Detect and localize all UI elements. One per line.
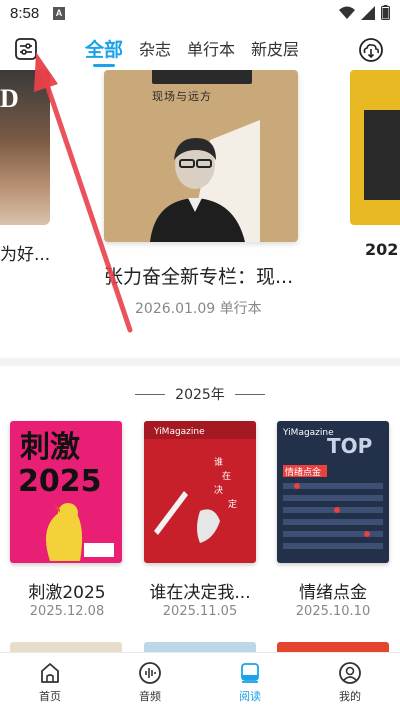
- nav-home-label: 首页: [39, 690, 61, 703]
- status-time: 8:58: [10, 5, 40, 22]
- nav-profile[interactable]: 我的: [300, 653, 400, 710]
- battery-icon: [381, 5, 390, 20]
- year-label: 2025年: [175, 387, 225, 403]
- wifi-icon: [339, 6, 355, 19]
- year-header: 2025年: [0, 384, 400, 404]
- svg-text:TOP: TOP: [327, 434, 372, 458]
- featured-carousel[interactable]: D 为好... 现场与远方 张力奋全新专栏：现... 2026.01.09 单行…: [0, 70, 400, 350]
- top-tabs: 全部 杂志 单行本 新皮层: [85, 33, 315, 67]
- magazine-cover[interactable]: 刺激 2025: [10, 421, 122, 563]
- svg-text:在: 在: [222, 470, 231, 482]
- carousel-card-main-meta: 2026.01.09 单行本: [135, 301, 262, 317]
- carousel-card-main-title[interactable]: 张力奋全新专栏：现...: [104, 262, 293, 289]
- download-button[interactable]: [358, 37, 384, 63]
- tab-all[interactable]: 全部: [85, 33, 123, 67]
- year-line-left: [135, 393, 166, 395]
- svg-text:谁: 谁: [214, 457, 223, 468]
- svg-text:定: 定: [228, 498, 237, 510]
- magazine-date: 2025.12.08: [29, 604, 105, 619]
- svg-text:决: 决: [214, 484, 223, 496]
- section-divider: [0, 358, 400, 366]
- magazine-cover-art: YiMagazine TOP 情绪点金: [282, 428, 383, 549]
- cover-subtitle: 现场与远方: [152, 90, 212, 103]
- profile-icon: [339, 662, 361, 684]
- year-line-right: [234, 393, 265, 395]
- nav-read-label: 阅读: [239, 690, 261, 703]
- status-icons: [339, 5, 390, 20]
- magazine-date: 2025.11.05: [162, 604, 238, 619]
- magazine-title[interactable]: 谁在决定我...: [135, 578, 265, 603]
- home-icon: [41, 663, 59, 683]
- magazine-date: 2025.10.10: [295, 604, 371, 619]
- nav-profile-label: 我的: [339, 690, 361, 703]
- cover-band: [152, 70, 252, 84]
- cover-block: [364, 110, 400, 200]
- nav-home[interactable]: 首页: [0, 653, 100, 710]
- cover-portrait: [150, 120, 260, 242]
- carousel-card-next[interactable]: [350, 70, 400, 225]
- svg-text:YiMagazine: YiMagazine: [153, 427, 205, 437]
- filter-button[interactable]: [14, 37, 38, 61]
- svg-text:刺激: 刺激: [20, 430, 80, 465]
- magazine-cover[interactable]: YiMagazine TOP 情绪点金: [277, 421, 389, 563]
- tab-neocortex[interactable]: 新皮层: [251, 33, 299, 63]
- tab-single-book[interactable]: 单行本: [187, 33, 235, 63]
- magazine-cover[interactable]: YiMagazine 谁 在 决 定: [144, 421, 256, 563]
- svg-text:2025: 2025: [18, 464, 102, 499]
- nav-audio-label: 音频: [139, 690, 161, 703]
- tab-magazine[interactable]: 杂志: [139, 33, 171, 63]
- audio-icon: [139, 662, 161, 684]
- carousel-card-prev-title: 为好...: [0, 245, 51, 265]
- magazine-cover-art: 刺激 2025: [18, 430, 114, 561]
- status-bar: 8:58 A: [0, 0, 400, 28]
- signal-icon: [361, 5, 375, 20]
- read-icon: [241, 663, 259, 683]
- nav-audio[interactable]: 音频: [100, 653, 200, 710]
- carousel-card-next-title: 202: [365, 240, 399, 259]
- magazine-title[interactable]: 情绪点金: [268, 578, 398, 603]
- nav-read[interactable]: 阅读: [200, 653, 300, 710]
- magazine-cover-art: YiMagazine 谁 在 决 定: [144, 421, 256, 543]
- svg-text:情绪点金: 情绪点金: [285, 466, 321, 478]
- carousel-card-main[interactable]: 现场与远方: [104, 70, 298, 242]
- notification-icon: A: [53, 7, 65, 20]
- cover-letter: D: [0, 84, 19, 113]
- magazine-title[interactable]: 刺激2025: [2, 578, 132, 603]
- carousel-card-prev[interactable]: D: [0, 70, 50, 225]
- sliders-icon: [15, 38, 37, 60]
- cloud-download-icon: [359, 38, 383, 62]
- bottom-nav: 首页 音频 阅读 我的: [0, 652, 400, 710]
